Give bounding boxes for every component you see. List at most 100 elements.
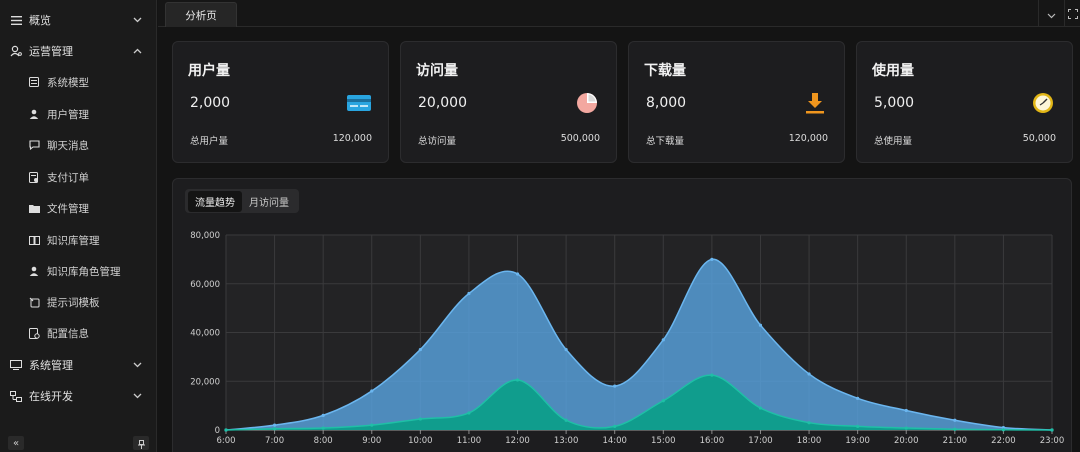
credit-card-icon xyxy=(346,90,372,116)
x-tick-label: 17:00 xyxy=(748,436,773,446)
series-1-point[interactable] xyxy=(321,426,325,430)
fullscreen-button[interactable] xyxy=(1064,0,1080,27)
tab-bar: 分析页 xyxy=(158,0,1080,27)
series-1-point[interactable] xyxy=(418,417,422,421)
collapse-sidebar-button[interactable]: « xyxy=(8,436,24,450)
series-1-point[interactable] xyxy=(370,423,374,427)
sidebar-item-overview[interactable]: 概览 xyxy=(0,8,157,32)
menu-lines-icon xyxy=(9,13,23,27)
sidebar-item-label: 知识库管理 xyxy=(47,234,100,247)
series-1-point[interactable] xyxy=(953,427,957,431)
series-1-point[interactable] xyxy=(467,411,471,415)
series-0-point[interactable] xyxy=(758,323,763,327)
chevron-up-icon xyxy=(130,44,144,58)
series-1-point[interactable] xyxy=(661,399,665,403)
sidebar-item-label: 提示词模板 xyxy=(47,296,100,309)
series-0-point[interactable] xyxy=(515,272,520,276)
x-tick-label: 12:00 xyxy=(505,436,530,446)
sidebar-item-config-info[interactable]: 配置信息 xyxy=(0,321,157,345)
sidebar-item-label: 概览 xyxy=(29,14,51,27)
series-0-point[interactable] xyxy=(467,291,471,296)
sidebar-item-label: 在线开发 xyxy=(29,390,73,403)
chevron-down-icon xyxy=(130,358,144,372)
chat-icon xyxy=(27,138,41,152)
y-tick-label: 20,000 xyxy=(190,377,220,387)
sidebar-item-prompt-templates[interactable]: 提示词模板 xyxy=(0,290,157,314)
tab-analysis[interactable]: 分析页 xyxy=(165,2,237,27)
order-icon xyxy=(27,170,41,184)
series-0-point[interactable] xyxy=(710,257,714,261)
stat-card-downloads: 下载量 8,000 总下载量 120,000 xyxy=(628,41,845,163)
x-tick-label: 18:00 xyxy=(797,436,822,446)
series-1-point[interactable] xyxy=(564,418,568,422)
series-1-point[interactable] xyxy=(1001,428,1006,432)
x-tick-label: 7:00 xyxy=(265,436,284,446)
sidebar-item-knowledge-base-roles[interactable]: 知识库角色管理 xyxy=(0,259,157,283)
x-tick-label: 15:00 xyxy=(651,436,676,446)
sidebar-item-operations[interactable]: 运营管理 xyxy=(0,39,157,63)
card-total-value: 120,000 xyxy=(788,133,828,144)
sidebar-item-system-model[interactable]: 系统模型 xyxy=(0,70,157,94)
sidebar-item-label: 系统模型 xyxy=(47,76,89,89)
series-1-point[interactable] xyxy=(710,373,714,377)
card-total-label: 总下载量 xyxy=(646,136,685,147)
series-0-point[interactable] xyxy=(418,347,422,352)
card-title: 下载量 xyxy=(644,63,686,79)
x-tick-label: 10:00 xyxy=(408,436,433,446)
series-0-point[interactable] xyxy=(904,408,908,413)
x-tick-label: 14:00 xyxy=(602,436,627,446)
card-total-label: 总访问量 xyxy=(418,136,457,147)
series-0-point[interactable] xyxy=(613,384,617,388)
sidebar-item-label: 文件管理 xyxy=(47,202,89,215)
series-0-point[interactable] xyxy=(370,389,374,393)
sidebar-item-payment-orders[interactable]: 支付订单 xyxy=(0,165,157,189)
x-tick-label: 19:00 xyxy=(845,436,870,446)
series-0-point[interactable] xyxy=(856,396,860,400)
x-tick-label: 23:00 xyxy=(1040,436,1065,446)
sidebar-item-knowledge-base[interactable]: 知识库管理 xyxy=(0,228,157,252)
operations-icon xyxy=(9,44,23,58)
user-icon xyxy=(27,107,41,121)
series-0-point[interactable] xyxy=(272,423,277,427)
user-icon xyxy=(27,264,41,278)
folder-icon xyxy=(27,201,41,215)
sidebar-item-label: 知识库角色管理 xyxy=(47,265,121,278)
series-1-point[interactable] xyxy=(856,424,860,428)
series-1-point[interactable] xyxy=(272,427,277,431)
sidebar-item-user-management[interactable]: 用户管理 xyxy=(0,102,157,126)
stat-card-users: 用户量 2,000 总用户量 120,000 xyxy=(172,41,389,163)
traffic-chart-panel: 流量趋势 月访问量 0 20,000 40,000 60,000 80,000 6:00 7… xyxy=(172,178,1072,452)
monitor-icon xyxy=(9,358,23,372)
sidebar-item-system-management[interactable]: 系统管理 xyxy=(0,353,157,377)
series-1-point[interactable] xyxy=(1050,428,1054,432)
series-1-point[interactable] xyxy=(904,426,908,430)
sidebar-item-chat-messages[interactable]: 聊天消息 xyxy=(0,133,157,157)
series-1-point[interactable] xyxy=(758,406,763,410)
chevron-down-icon xyxy=(130,389,144,403)
series-1-point[interactable] xyxy=(807,421,811,425)
sidebar-item-file-management[interactable]: 文件管理 xyxy=(0,196,157,220)
series-0-point[interactable] xyxy=(661,338,665,342)
series-0-point[interactable] xyxy=(953,418,957,422)
card-value: 8,000 xyxy=(646,95,687,111)
series-0-point[interactable] xyxy=(564,347,568,352)
tab-dropdown-button[interactable] xyxy=(1038,0,1064,27)
card-title: 访问量 xyxy=(416,63,458,79)
x-tick-label: 8:00 xyxy=(314,436,333,446)
sidebar-item-label: 支付订单 xyxy=(47,171,89,184)
sidebar-item-online-dev[interactable]: 在线开发 xyxy=(0,384,157,408)
sidebar-item-label: 用户管理 xyxy=(47,108,89,121)
x-tick-label: 21:00 xyxy=(943,436,968,446)
series-1-point[interactable] xyxy=(515,378,520,382)
series-0-point[interactable] xyxy=(321,413,325,417)
sidebar-item-label: 系统管理 xyxy=(29,359,73,372)
clock-icon xyxy=(1030,90,1056,116)
pie-chart-icon xyxy=(574,90,600,116)
series-0-point[interactable] xyxy=(807,372,811,376)
series-1-point[interactable] xyxy=(613,424,617,428)
x-tick-label: 20:00 xyxy=(894,436,919,446)
series-1-point[interactable] xyxy=(224,428,228,432)
x-tick-label: 6:00 xyxy=(216,436,235,446)
pin-sidebar-button[interactable] xyxy=(133,436,149,450)
sidebar: 概览 运营管理 系统模型 用户管理 聊天消息 支付订单 文件管理 知识库管理 知… xyxy=(0,0,157,452)
